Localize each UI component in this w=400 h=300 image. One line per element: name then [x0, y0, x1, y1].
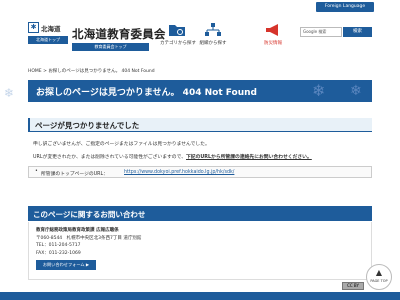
- search-button[interactable]: 検索: [343, 27, 372, 37]
- pref-name: 北海道: [41, 25, 61, 33]
- nav-disaster[interactable]: 防災情報: [256, 22, 290, 46]
- contact-dept: 教育庁総務政策局教育政策課 広報広聴係: [36, 228, 119, 233]
- contact-fax: FAX：011-232-1069: [36, 251, 81, 256]
- nav-category[interactable]: カテゴリから探す: [160, 22, 196, 46]
- foreign-language-button[interactable]: Foreign Language: [316, 2, 374, 12]
- footer-strip: [0, 292, 400, 300]
- nav-disaster-label: 防災情報: [264, 41, 282, 46]
- contact-heading: このページに関するお問い合わせ: [28, 206, 372, 221]
- contact-tel: TEL：011-204-5717: [36, 243, 81, 248]
- search-input[interactable]: Google 検索: [300, 27, 342, 37]
- megaphone-icon: [263, 22, 283, 38]
- department-link[interactable]: https://www.dokyoi.pref.hokkaido.lg.jp/h…: [124, 170, 234, 175]
- section-heading-text: ページが見つかりませんでした: [35, 121, 140, 130]
- contact-address: 〒060-8544 札幌市中央区北3条西7丁目 道庁別館: [36, 236, 142, 241]
- guidance-text-b: 下記のURLから所管課の連絡先にお問い合わせください。: [186, 155, 312, 160]
- nav-organization[interactable]: 組織から探す: [196, 22, 230, 46]
- snowflake-icon: ❄: [312, 81, 326, 100]
- contact-form-button[interactable]: お問い合わせフォーム ▶: [36, 260, 96, 270]
- bullet-icon: •: [35, 169, 38, 174]
- breadcrumb-separator: >: [43, 69, 47, 74]
- department-link-box: • 所管課のトップページのURL： https://www.dokyoi.pre…: [28, 166, 372, 178]
- guidance-text-a: URLが変更されたか、または削除されている可能性がございますので、: [33, 155, 186, 160]
- guidance-text: URLが変更されたか、または削除されている可能性がございますので、下記のURLか…: [33, 153, 312, 160]
- snowflake-icon: ❄: [350, 83, 362, 99]
- page-top-button[interactable]: ▲ PAGE TOP: [366, 264, 392, 290]
- nav-category-label: カテゴリから探す: [160, 41, 196, 46]
- section-heading: ページが見つかりませんでした: [28, 118, 372, 132]
- pref-logo[interactable]: ✱ 北海道 北海道トップ: [28, 22, 68, 50]
- snowflake-icon: ❄: [4, 86, 15, 100]
- breadcrumb-home[interactable]: HOME: [28, 69, 42, 74]
- breadcrumb: HOME > お探しのページは見つかりません。 404 Not Found: [28, 68, 155, 74]
- org-chart-icon: [203, 22, 223, 38]
- up-arrow-icon: ▲: [375, 268, 383, 277]
- nav-organization-label: 組織から探す: [199, 41, 227, 46]
- apology-text: 申し訳ございませんが、ご指定のページまたはファイルは見つかりませんでした。: [33, 142, 210, 147]
- department-link-label: 所管課のトップページのURL：: [41, 172, 108, 177]
- breadcrumb-current: お探しのページは見つかりません。 404 Not Found: [48, 69, 155, 74]
- cc-license-badge[interactable]: CC BY: [342, 282, 364, 290]
- folder-search-icon: [167, 22, 187, 38]
- site-top-button[interactable]: 教育委員会トップ: [72, 43, 149, 51]
- pref-emblem-icon: ✱: [28, 22, 39, 33]
- page-title: お探しのページは見つかりません。 404 Not Found: [36, 88, 257, 98]
- page-top-label: PAGE TOP: [370, 279, 388, 283]
- pref-top-button[interactable]: 北海道トップ: [28, 36, 68, 44]
- contact-heading-text: このページに関するお問い合わせ: [33, 210, 146, 219]
- site-title[interactable]: 北海道教育委員会: [72, 26, 166, 42]
